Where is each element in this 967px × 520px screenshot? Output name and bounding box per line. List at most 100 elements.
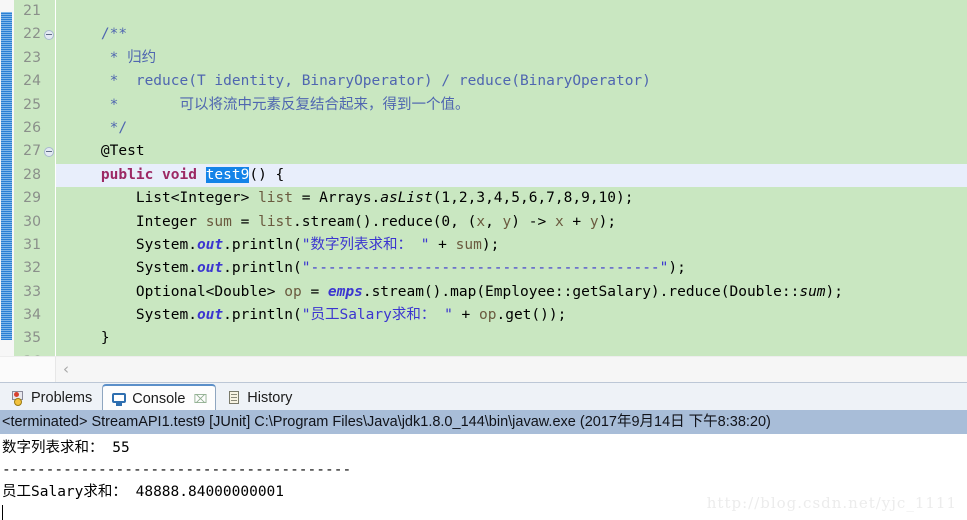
code-token: y (589, 213, 599, 230)
code-token: out (196, 260, 224, 277)
warning-badge-icon (14, 397, 22, 406)
code-token: + (563, 213, 590, 230)
code-line[interactable]: /** (56, 23, 967, 46)
scroll-left-arrow-icon[interactable]: ‹ (58, 360, 74, 378)
java-source-editor[interactable]: 21222324252627282930313233343536 /** * 归… (0, 0, 967, 356)
tab-problems[interactable]: Problems (2, 384, 100, 411)
line-number[interactable]: 34 (14, 304, 55, 327)
scrollbar-gutter-spacer (0, 357, 56, 382)
code-token: * reduce(T identity, BinaryOperator) / r… (66, 73, 651, 90)
tab-label: Problems (31, 389, 93, 406)
code-line[interactable]: System.out.println("员工Salary求和： " + op.g… (56, 304, 967, 327)
close-icon[interactable]: ⌧ (193, 392, 207, 406)
code-token: "数字列表求和： " (301, 236, 430, 253)
editor-change-ruler[interactable] (0, 0, 15, 356)
line-number[interactable]: 25 (14, 94, 55, 117)
code-token: = Arrays. (292, 190, 381, 207)
console-output-line: ---------------------------------------- (2, 462, 352, 478)
code-line[interactable]: List<Integer> list = Arrays.asList(1,2,3… (56, 187, 967, 210)
fold-collapse-icon[interactable] (44, 147, 54, 158)
line-number-gutter[interactable]: 21222324252627282930313233343536 (14, 0, 56, 356)
code-token: .stream().reduce(0, ( (293, 213, 477, 230)
code-token: ); (598, 213, 617, 230)
code-token: .stream().map(Employee::getSalary).reduc… (362, 283, 800, 300)
line-number[interactable]: 22 (14, 23, 55, 46)
line-number[interactable]: 23 (14, 47, 55, 70)
code-token: ) -> (511, 213, 555, 230)
line-number[interactable]: 30 (14, 211, 55, 234)
code-line[interactable]: */ (56, 117, 967, 140)
code-token: (1,2,3,4,5,6,7,8,9,10); (432, 190, 634, 207)
code-line[interactable]: Optional<Double> op = emps.stream().map(… (56, 281, 967, 304)
code-token: ); (668, 260, 686, 277)
code-token: x (476, 213, 486, 230)
line-number[interactable]: 27 (14, 140, 55, 163)
code-line[interactable]: System.out.println("数字列表求和： " + sum); (56, 234, 967, 257)
code-token: /** (100, 26, 128, 43)
code-token: = (231, 213, 259, 230)
code-token: = (301, 283, 328, 300)
code-line[interactable]: * 可以将流中元素反复结合起来，得到一个值。 (56, 94, 967, 117)
code-line[interactable] (56, 0, 967, 23)
line-number[interactable]: 32 (14, 257, 55, 280)
code-token: out (196, 236, 224, 253)
line-number[interactable]: 33 (14, 281, 55, 304)
code-token: emps (327, 283, 363, 300)
watermark-text: http://blog.csdn.net/yjc_1111 (706, 494, 957, 512)
code-line[interactable]: * reduce(T identity, BinaryOperator) / r… (56, 70, 967, 93)
code-token: @Test (66, 143, 145, 160)
line-number[interactable]: 21 (14, 0, 55, 23)
line-number[interactable]: 28 (14, 164, 55, 187)
code-token: Optional<Double> (66, 283, 285, 300)
code-token: sum (799, 283, 826, 300)
code-token: * 归约 (66, 49, 157, 66)
code-line[interactable]: } (56, 327, 967, 350)
text-cursor (2, 505, 3, 520)
code-token: , (485, 213, 503, 230)
tab-console[interactable]: Console ⌧ (102, 384, 217, 411)
fold-collapse-icon[interactable] (44, 30, 54, 41)
editor-horizontal-scrollbar[interactable]: ‹ (0, 356, 967, 382)
code-token: out (196, 307, 224, 324)
tab-history[interactable]: History (218, 384, 300, 411)
code-token: System. (66, 307, 197, 324)
code-token: list (258, 190, 293, 207)
code-token: Integer (66, 213, 206, 230)
line-number[interactable]: 29 (14, 187, 55, 210)
console-output-line: 数字列表求和： 55 (2, 440, 130, 456)
console-view[interactable]: <terminated> StreamAPI1.test9 [JUnit] C:… (0, 410, 967, 520)
code-token: ); (825, 283, 844, 300)
code-token: public (100, 166, 154, 183)
code-token: .println( (223, 260, 302, 277)
code-token: list (258, 213, 294, 230)
line-number[interactable]: 26 (14, 117, 55, 140)
code-token: "---------------------------------------… (301, 260, 669, 277)
code-token: + (452, 307, 480, 324)
line-number[interactable]: 31 (14, 234, 55, 257)
line-number[interactable]: 24 (14, 70, 55, 93)
code-token: sum (205, 213, 232, 230)
code-line[interactable]: @Test (56, 140, 967, 163)
code-line[interactable]: System.out.println("--------------------… (56, 257, 967, 280)
tab-label: Console (132, 390, 186, 407)
code-line[interactable]: public void test9() { (56, 163, 967, 188)
code-token: } (66, 330, 110, 347)
code-token: + (429, 236, 456, 253)
code-token: .println( (223, 307, 302, 324)
code-line[interactable]: Integer sum = list.stream().reduce(0, (x… (56, 211, 967, 234)
code-line[interactable]: * 归约 (56, 47, 967, 70)
code-token: op (284, 283, 302, 300)
code-token: .get()); (496, 307, 567, 324)
bottom-view-tabbar[interactable]: Problems Console ⌧ History (0, 382, 967, 411)
code-area[interactable]: /** * 归约 * reduce(T identity, BinaryOper… (56, 0, 967, 356)
code-token: System. (66, 236, 197, 253)
code-token: .println( (223, 236, 302, 253)
eclipse-ide-window: 21222324252627282930313233343536 /** * 归… (0, 0, 967, 520)
code-token: */ (66, 119, 128, 136)
problems-icon (10, 390, 26, 406)
line-number[interactable]: 35 (14, 327, 55, 350)
console-launch-header: <terminated> StreamAPI1.test9 [JUnit] C:… (0, 410, 967, 434)
